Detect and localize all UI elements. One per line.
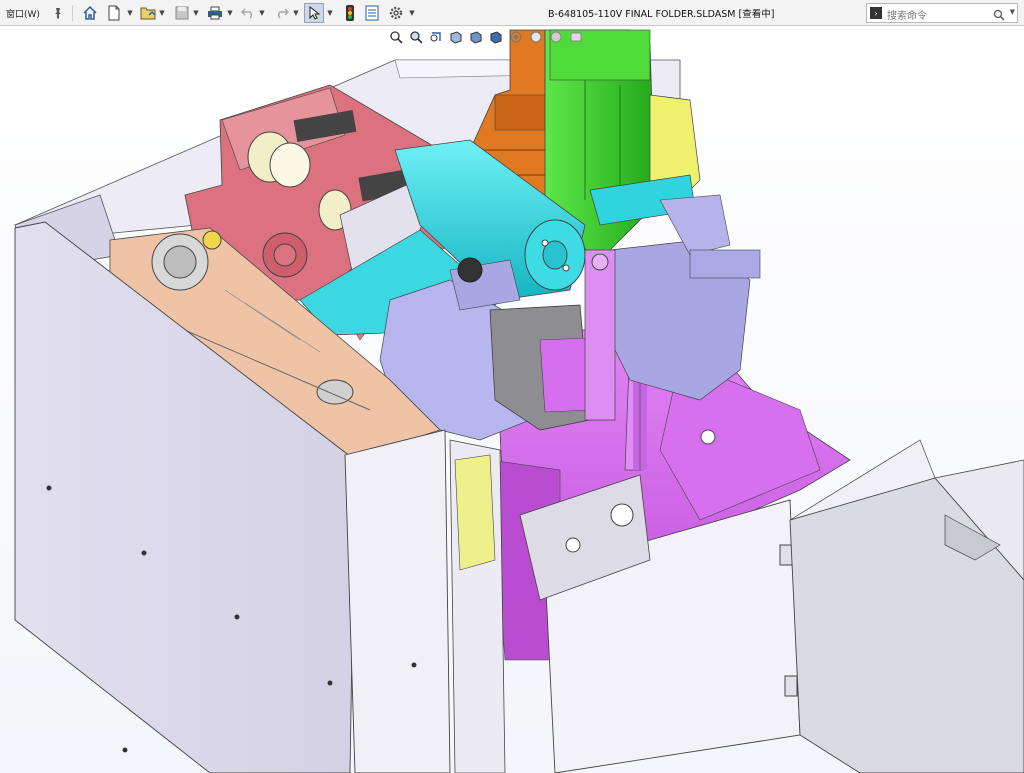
search-icon[interactable] bbox=[993, 6, 1005, 25]
file-properties-icon[interactable] bbox=[362, 3, 382, 23]
assembly-model[interactable] bbox=[0, 26, 1024, 773]
save-icon[interactable] bbox=[172, 3, 192, 23]
save-dropdown[interactable]: ▼ bbox=[192, 3, 200, 23]
print-dropdown[interactable]: ▼ bbox=[226, 3, 234, 23]
undo-dropdown[interactable]: ▼ bbox=[258, 3, 266, 23]
options-dropdown[interactable]: ▼ bbox=[408, 3, 416, 23]
zoom-to-area-icon[interactable] bbox=[407, 28, 424, 46]
section-view-icon[interactable] bbox=[447, 28, 464, 46]
gear-icon[interactable] bbox=[386, 3, 406, 23]
new-document-icon[interactable] bbox=[104, 3, 124, 23]
search-placeholder: 搜索命令 bbox=[887, 11, 927, 22]
traffic-light-icon[interactable] bbox=[340, 3, 360, 23]
open-folder-icon[interactable] bbox=[138, 3, 158, 23]
pink-vertical-bracket bbox=[584, 249, 616, 421]
search-commands-box[interactable]: › 搜索命令 ▼ bbox=[866, 3, 1018, 23]
display-style-icon[interactable] bbox=[487, 28, 504, 46]
home-icon[interactable] bbox=[80, 3, 100, 23]
open-dropdown[interactable]: ▼ bbox=[158, 3, 166, 23]
undo-icon[interactable] bbox=[238, 3, 258, 23]
edit-appearance-icon[interactable] bbox=[527, 28, 544, 46]
menu-window[interactable]: 窗口(W) bbox=[6, 3, 40, 23]
previous-view-icon[interactable] bbox=[427, 28, 444, 46]
select-dropdown[interactable]: ▼ bbox=[326, 3, 334, 23]
right-chute bbox=[789, 439, 1024, 773]
zoom-to-fit-icon[interactable] bbox=[387, 28, 404, 46]
new-document-dropdown[interactable]: ▼ bbox=[126, 3, 134, 23]
view-settings-icon[interactable] bbox=[567, 28, 584, 46]
print-icon[interactable] bbox=[205, 3, 225, 23]
window-title: B-648105-110V FINAL FOLDER.SLDASM [查看中] bbox=[548, 9, 775, 20]
command-prompt-icon: › bbox=[870, 7, 882, 19]
title-toolbar: 窗口(W) ▼ ▼ ▼ ▼ ▼ ▼ ▼ ▼ B-648105-110V FINA… bbox=[0, 0, 1024, 26]
pin-icon[interactable] bbox=[48, 3, 68, 23]
graphics-area[interactable] bbox=[0, 26, 1024, 773]
view-orientation-icon[interactable] bbox=[467, 28, 484, 46]
redo-icon[interactable] bbox=[272, 3, 292, 23]
toolbar-separator bbox=[72, 5, 73, 21]
redo-dropdown[interactable]: ▼ bbox=[292, 3, 300, 23]
heads-up-view-toolbar bbox=[387, 28, 584, 50]
select-arrow-icon[interactable] bbox=[304, 3, 324, 23]
search-dropdown[interactable]: ▼ bbox=[1010, 8, 1015, 16]
apply-scene-icon[interactable] bbox=[547, 28, 564, 46]
menu-window-label: 窗口(W) bbox=[6, 9, 40, 20]
hide-show-icon[interactable] bbox=[507, 28, 524, 46]
